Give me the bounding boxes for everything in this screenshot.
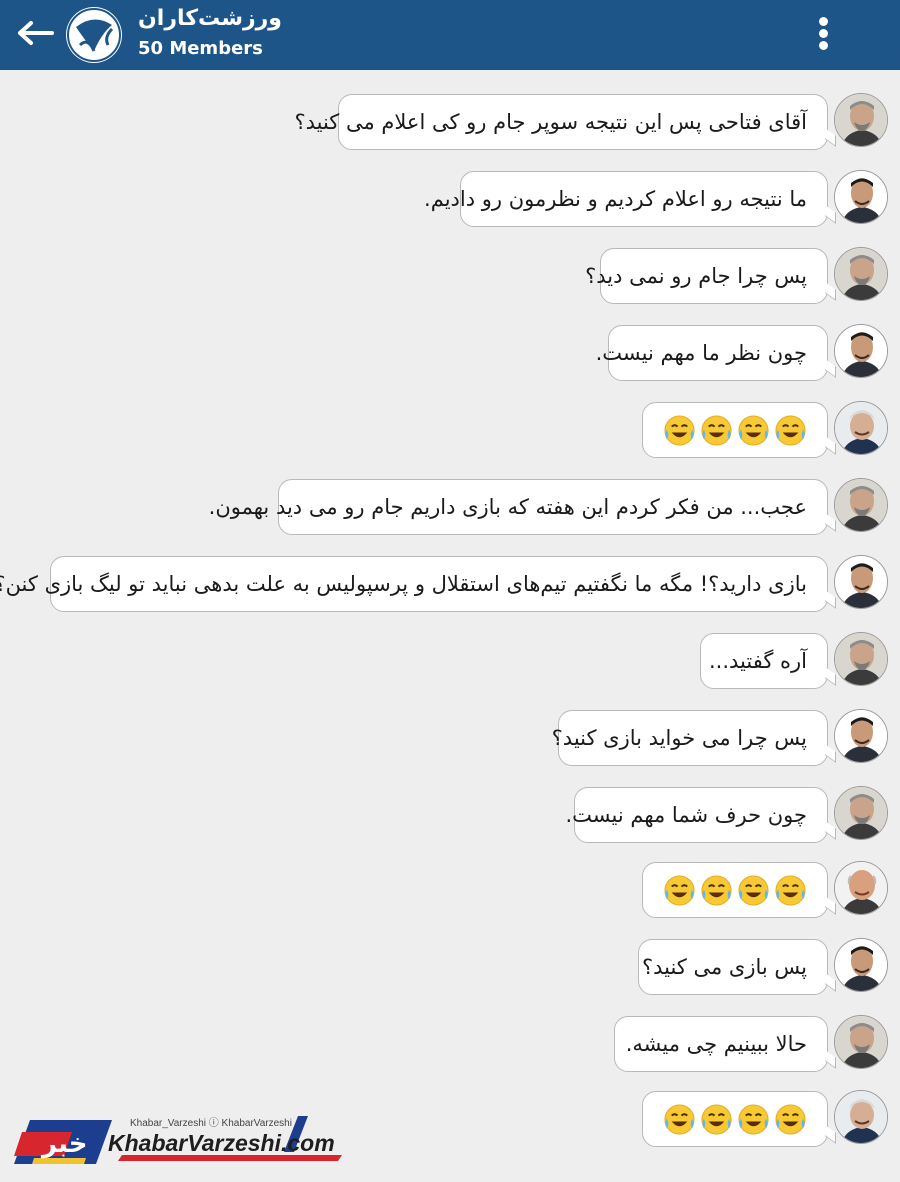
person-fatahi-icon — [835, 94, 887, 146]
member-count: 50 Members — [138, 38, 263, 59]
message-text: چون حرف شما مهم نیست. — [565, 803, 807, 827]
message-bubble[interactable]: آقای فتاحی پس این نتیجه سوپر جام رو کی ا… — [294, 94, 828, 150]
menu-dot-icon — [818, 17, 828, 26]
brand-mark: خبر — [40, 1129, 88, 1159]
message-row: پس چرا می خواید بازی کنید؟ — [0, 708, 900, 768]
emoji-bubble[interactable] — [642, 862, 828, 918]
tears-of-joy-icon — [775, 874, 806, 906]
avatar-fatahi[interactable] — [834, 1015, 888, 1069]
message-bubble[interactable]: چون نظر ما مهم نیست. — [596, 325, 828, 381]
message-row — [0, 860, 900, 920]
person-sadeghi-icon — [835, 325, 887, 377]
message-text: آره گفتید... — [709, 649, 807, 673]
message-row: حالا ببینیم چی میشه. — [0, 1014, 900, 1074]
person-sadeghi-icon — [835, 556, 887, 608]
avatar-sadeghi[interactable] — [834, 938, 888, 992]
avatar-fatahi[interactable] — [834, 786, 888, 840]
ball-logo-icon — [67, 8, 121, 62]
tears-of-joy-icon — [664, 874, 695, 906]
social-handles: Khabar_Varzeshi ⓘ KhabarVarzeshi — [130, 1118, 292, 1129]
avatar-taj[interactable] — [834, 1090, 888, 1144]
message-row: ما نتیجه رو اعلام کردیم و نظرمون رو دادی… — [0, 169, 900, 229]
message-list[interactable]: آقای فتاحی پس این نتیجه سوپر جام رو کی ا… — [0, 70, 900, 1182]
message-text: عجب... من فکر کردم این هفته که بازی داری… — [208, 495, 807, 519]
person-fatahi-icon — [835, 633, 887, 685]
person-sadeghi-icon — [835, 171, 887, 223]
back-button[interactable] — [16, 18, 56, 48]
tears-of-joy-icon — [738, 414, 769, 446]
message-row: بازی دارید؟! مگه ما نگفتیم تیم‌های استقل… — [0, 554, 900, 614]
tears-of-joy-icon — [664, 1103, 695, 1135]
message-row: پس چرا جام رو نمی دید؟ — [0, 246, 900, 306]
message-bubble[interactable]: پس بازی می کنید؟ — [638, 939, 828, 995]
message-text: چون نظر ما مهم نیست. — [595, 341, 807, 365]
message-row — [0, 400, 900, 460]
person-sadeghi-icon — [835, 710, 887, 762]
avatar-fatahi[interactable] — [834, 478, 888, 532]
avatar-sadeghi[interactable] — [834, 170, 888, 224]
message-bubble[interactable]: ما نتیجه رو اعلام کردیم و نظرمون رو دادی… — [424, 171, 828, 227]
tears-of-joy-icon — [701, 414, 732, 446]
avatar-fatahi[interactable] — [834, 93, 888, 147]
emoji-group — [663, 414, 807, 447]
message-bubble[interactable]: عجب... من فکر کردم این هفته که بازی داری… — [209, 479, 828, 535]
message-row: آقای فتاحی پس این نتیجه سوپر جام رو کی ا… — [0, 92, 900, 152]
avatar-taj[interactable] — [834, 401, 888, 455]
menu-dot-icon — [818, 29, 828, 38]
tears-of-joy-icon — [775, 1103, 806, 1135]
avatar-sadeghi[interactable] — [834, 709, 888, 763]
message-text: پس بازی می کنید؟ — [641, 955, 807, 979]
tears-of-joy-icon — [738, 874, 769, 906]
tears-of-joy-icon — [701, 874, 732, 906]
message-bubble[interactable]: آره گفتید... — [700, 633, 828, 689]
avatar-fatahi[interactable] — [834, 632, 888, 686]
emoji-group — [663, 874, 807, 907]
message-text: بازی دارید؟! مگه ما نگفتیم تیم‌های استقل… — [0, 572, 807, 596]
person-fatahi-icon — [835, 787, 887, 839]
message-bubble[interactable]: بازی دارید؟! مگه ما نگفتیم تیم‌های استقل… — [0, 556, 828, 612]
avatar-fatahi[interactable] — [834, 247, 888, 301]
menu-button[interactable] — [812, 14, 834, 56]
emoji-bubble[interactable] — [642, 402, 828, 458]
person-fatahi-icon — [835, 248, 887, 300]
person-fatahi-icon — [835, 479, 887, 531]
message-text: پس چرا جام رو نمی دید؟ — [585, 264, 807, 288]
watermark-logo: خبر Khabar_Varzeshi ⓘ KhabarVarzeshi Kha… — [12, 1112, 352, 1172]
group-avatar[interactable] — [66, 7, 122, 63]
message-bubble[interactable]: چون حرف شما مهم نیست. — [565, 787, 828, 843]
tears-of-joy-icon — [664, 414, 695, 446]
message-row: عجب... من فکر کردم این هفته که بازی داری… — [0, 477, 900, 537]
message-bubble[interactable]: حالا ببینیم چی میشه. — [614, 1016, 828, 1072]
tears-of-joy-icon — [701, 1103, 732, 1135]
message-bubble[interactable]: پس چرا می خواید بازی کنید؟ — [552, 710, 828, 766]
person-taj-icon — [835, 402, 887, 454]
tears-of-joy-icon — [775, 414, 806, 446]
avatar-sadeghi[interactable] — [834, 555, 888, 609]
chat-header: ورزشت‌کاران 50 Members — [0, 0, 900, 70]
person-taj-icon — [835, 1091, 887, 1143]
back-arrow-icon — [18, 21, 54, 45]
message-bubble[interactable]: پس چرا جام رو نمی دید؟ — [585, 248, 828, 304]
person-bald-icon — [835, 862, 887, 914]
person-fatahi-icon — [835, 1016, 887, 1068]
message-row: چون حرف شما مهم نیست. — [0, 785, 900, 845]
tears-of-joy-icon — [738, 1103, 769, 1135]
menu-dot-icon — [818, 41, 828, 50]
message-row: چون نظر ما مهم نیست. — [0, 323, 900, 383]
message-text: آقای فتاحی پس این نتیجه سوپر جام رو کی ا… — [294, 110, 807, 134]
group-title: ورزشت‌کاران — [138, 6, 282, 31]
message-row: پس بازی می کنید؟ — [0, 937, 900, 997]
message-text: حالا ببینیم چی میشه. — [625, 1032, 807, 1056]
site-url: KhabarVarzeshi.com — [108, 1130, 335, 1156]
message-row: آره گفتید... — [0, 631, 900, 691]
person-sadeghi-icon — [835, 939, 887, 991]
emoji-bubble[interactable] — [642, 1091, 828, 1147]
avatar-sadeghi[interactable] — [834, 324, 888, 378]
emoji-group — [663, 1103, 807, 1136]
message-text: ما نتیجه رو اعلام کردیم و نظرمون رو دادی… — [424, 187, 807, 211]
avatar-bald[interactable] — [834, 861, 888, 915]
message-text: پس چرا می خواید بازی کنید؟ — [551, 726, 807, 750]
